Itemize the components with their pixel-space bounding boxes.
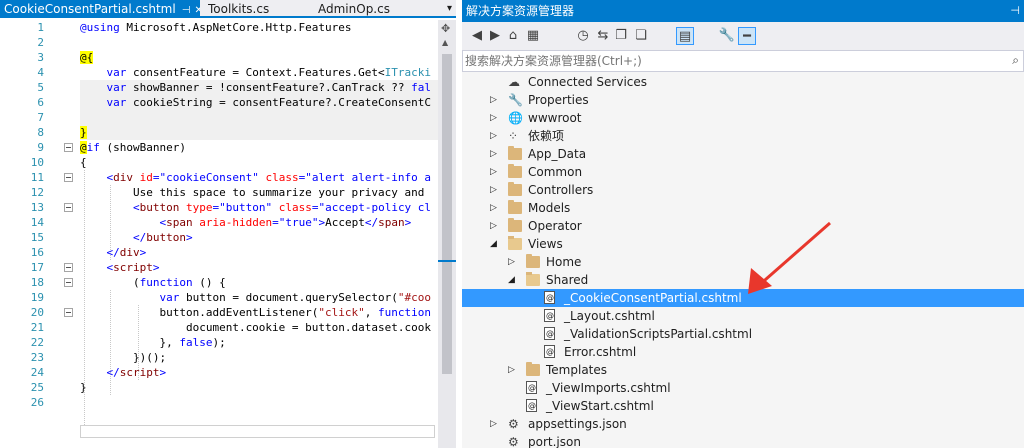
arrow-shaft xyxy=(756,221,831,289)
arrow-head xyxy=(748,268,772,294)
annotation-arrow xyxy=(748,221,831,294)
